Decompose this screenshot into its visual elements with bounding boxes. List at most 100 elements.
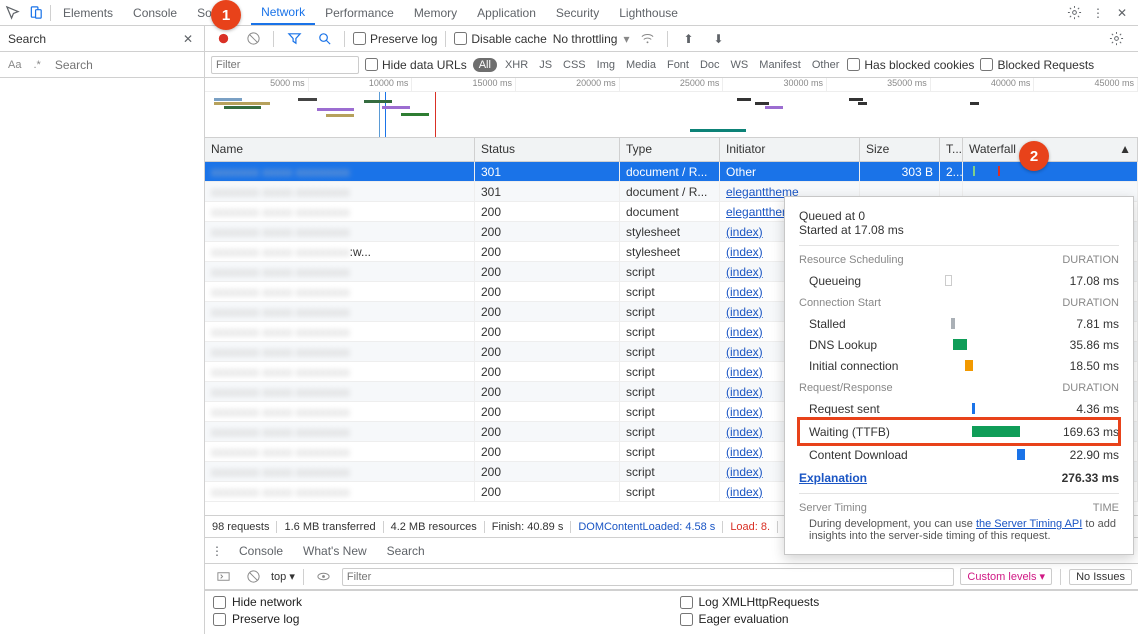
preserve-log-checkbox[interactable]: Preserve log [353,32,437,46]
tab-application[interactable]: Application [467,0,546,25]
search-sidebar: Search ✕ Aa .* ⟳ [0,26,205,634]
search-input[interactable] [49,58,210,72]
popup-reqsent-value: 4.36 ms [1041,402,1119,416]
popup-time-label: TIME [1093,502,1119,514]
col-status[interactable]: Status [475,138,620,161]
separator [273,31,274,47]
log-xhr-checkbox[interactable]: Log XMLHttpRequests [680,595,1131,609]
explanation-link[interactable]: Explanation [799,471,867,485]
tab-lighthouse[interactable]: Lighthouse [609,0,688,25]
status-requests: 98 requests [205,521,277,533]
annotation-1: 1 [211,0,241,30]
chevron-down-icon[interactable]: ▾ [623,32,629,46]
request-row[interactable]: xxxxxxxx xxxxx xxxxxxxxx301document / R.… [205,162,1138,182]
tab-security[interactable]: Security [546,0,609,25]
regex-icon[interactable]: .* [29,59,44,71]
console-filter-input[interactable] [342,568,955,586]
filter-type-doc[interactable]: Doc [698,59,722,71]
blocked-requests-checkbox[interactable]: Blocked Requests [980,58,1094,72]
kebab-icon[interactable]: ⋮ [1086,1,1110,25]
network-toolbar: Preserve log Disable cache No throttling… [205,26,1138,52]
popup-duration-label: DURATION [1062,382,1119,394]
filter-input[interactable] [211,56,359,74]
col-type[interactable]: Type [620,138,720,161]
tab-memory[interactable]: Memory [404,0,467,25]
tab-elements[interactable]: Elements [53,0,123,25]
col-name[interactable]: Name [205,138,475,161]
separator [303,569,304,585]
col-waterfall[interactable]: Waterfall▲ [963,138,1138,161]
filter-type-other[interactable]: Other [810,59,842,71]
popup-queueing-value: 17.08 ms [1041,274,1119,288]
popup-section-label: Resource Scheduling [799,254,904,266]
settings-icon[interactable] [1062,1,1086,25]
clear-icon[interactable]: ✕ [176,27,200,51]
drawer-tab-console[interactable]: Console [229,538,293,563]
throttling-select[interactable]: No throttling [553,32,618,46]
filter-type-media[interactable]: Media [624,59,658,71]
filter-type-font[interactable]: Font [665,59,691,71]
inspect-icon[interactable] [0,1,24,25]
col-initiator[interactable]: Initiator [720,138,860,161]
hide-data-urls-checkbox[interactable]: Hide data URLs [365,58,467,72]
col-size[interactable]: Size [860,138,940,161]
upload-har-icon[interactable]: ⬆ [676,27,700,51]
tab-performance[interactable]: Performance [315,0,404,25]
case-sensitive-icon[interactable]: Aa [4,59,25,71]
clear-log-icon[interactable] [241,27,265,51]
download-har-icon[interactable]: ⬇ [706,27,730,51]
server-timing-api-link[interactable]: the Server Timing API [976,518,1082,530]
filter-type-ws[interactable]: WS [729,59,751,71]
timeline-overview[interactable]: 5000 ms10000 ms15000 ms20000 ms25000 ms3… [205,78,1138,138]
sort-icon: ▲ [1119,142,1131,157]
close-icon[interactable]: ✕ [1110,1,1134,25]
disable-cache-checkbox[interactable]: Disable cache [454,32,546,46]
filter-type-manifest[interactable]: Manifest [757,59,803,71]
popup-download-value: 22.90 ms [1041,448,1119,462]
filter-type-all[interactable]: All [473,58,497,72]
timeline-tick: 5000 ms [205,78,309,91]
wifi-icon[interactable] [635,27,659,51]
cancel-icon[interactable] [241,565,265,589]
record-icon[interactable] [211,27,235,51]
popup-reqsent-label: Request sent [799,402,929,416]
annotation-2: 2 [1019,141,1049,171]
popup-section-label: Server Timing [799,502,867,514]
col-time[interactable]: T... [940,138,963,161]
popup-ttfb-label: Waiting (TTFB) [799,425,929,439]
context-select[interactable]: top ▾ [271,570,295,583]
popup-dns-label: DNS Lookup [799,338,929,352]
filter-type-css[interactable]: CSS [561,59,588,71]
issues-button[interactable]: No Issues [1069,569,1132,585]
popup-duration-label: DURATION [1062,297,1119,309]
has-blocked-cookies-checkbox[interactable]: Has blocked cookies [847,58,974,72]
log-levels-select[interactable]: Custom levels ▾ [960,568,1052,585]
filter-icon[interactable] [282,27,306,51]
eager-eval-checkbox[interactable]: Eager evaluation [680,612,1131,626]
popup-section-label: Request/Response [799,382,893,394]
search-network-icon[interactable] [312,27,336,51]
settings-icon[interactable] [1104,27,1128,51]
preserve-log-checkbox[interactable]: Preserve log [213,612,664,626]
separator [344,31,345,47]
filter-type-xhr[interactable]: XHR [503,59,530,71]
drawer-tab-search[interactable]: Search [377,538,435,563]
execute-icon[interactable] [211,565,235,589]
tab-network[interactable]: Network [251,0,315,25]
device-toggle-icon[interactable] [24,1,48,25]
tab-console[interactable]: Console [123,0,187,25]
filter-type-js[interactable]: JS [537,59,554,71]
timeline-tick: 45000 ms [1034,78,1138,91]
drawer-tab-what-s-new[interactable]: What's New [293,538,377,563]
status-resources: 4.2 MB resources [384,521,485,533]
filter-type-img[interactable]: Img [595,59,617,71]
popup-conn-value: 18.50 ms [1041,359,1119,373]
timeline-tick: 25000 ms [620,78,724,91]
hide-network-checkbox[interactable]: Hide network [213,595,664,609]
separator [1060,569,1061,585]
timeline-tick: 35000 ms [827,78,931,91]
eye-icon[interactable] [312,565,336,589]
separator [50,5,51,21]
kebab-icon[interactable]: ⋮ [205,539,229,563]
server-timing-desc: During development, you can use the Serv… [799,518,1119,542]
